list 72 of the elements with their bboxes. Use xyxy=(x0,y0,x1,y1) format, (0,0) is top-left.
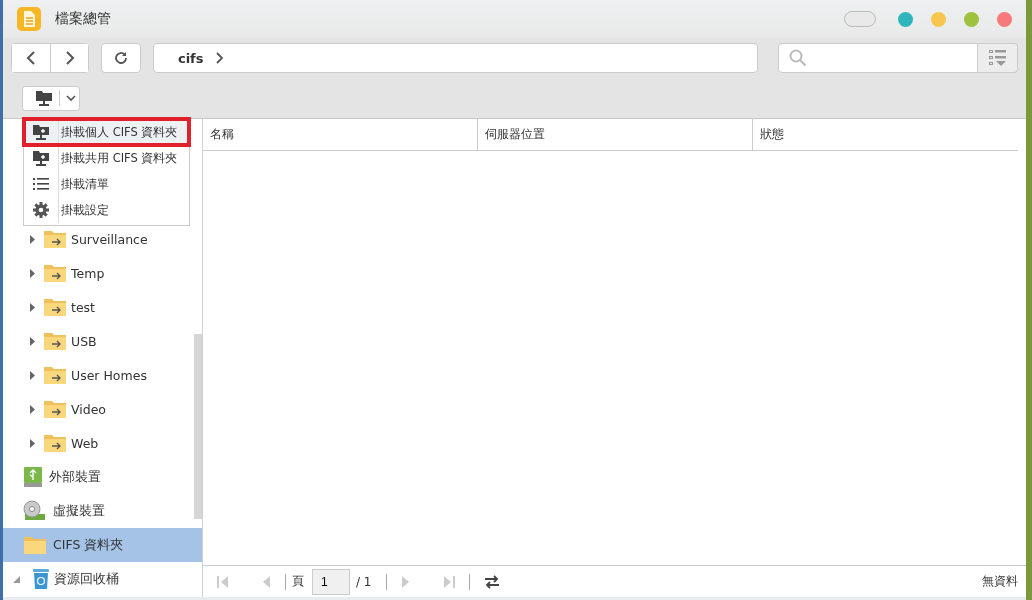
page-label: 頁 xyxy=(292,573,304,590)
sidebar-item[interactable]: User Homes xyxy=(3,358,194,392)
caret-right-icon[interactable] xyxy=(29,336,35,346)
sidebar-item[interactable]: Video xyxy=(3,392,194,426)
settings-icon xyxy=(33,202,49,218)
search-icon xyxy=(789,49,808,67)
menu-item[interactable]: 掛載個人 CIFS 資料夾 xyxy=(24,119,189,145)
list-icon xyxy=(33,177,49,191)
forward-button[interactable] xyxy=(50,44,88,72)
menu-item[interactable]: 掛載設定 xyxy=(24,197,189,223)
sidebar-item[interactable]: CIFS 資料夾 xyxy=(3,528,202,562)
close-button[interactable] xyxy=(997,11,1012,27)
sidebar-item[interactable]: Surveillance xyxy=(3,222,194,256)
last-page-icon[interactable] xyxy=(442,574,455,589)
caret-down-icon xyxy=(66,94,76,102)
sidebar-item[interactable]: Web xyxy=(3,426,194,460)
chevron-right-icon xyxy=(64,51,75,65)
status-text: 無資料 xyxy=(982,574,1018,589)
scrollbar[interactable] xyxy=(194,334,202,519)
first-page-icon[interactable] xyxy=(217,574,229,589)
sidebar-item[interactable]: 虛擬裝置 xyxy=(3,494,194,528)
disc-drive-icon xyxy=(23,500,47,522)
caret-right-icon[interactable] xyxy=(29,268,35,278)
column-header[interactable]: 狀態 xyxy=(753,119,1018,150)
filter-list-icon xyxy=(988,50,1007,66)
network-folder-icon xyxy=(35,90,53,106)
mount-menu-button[interactable] xyxy=(22,85,80,111)
shared-folder-icon xyxy=(43,365,67,385)
page-total: / 1 xyxy=(356,574,372,589)
sidebar-item[interactable]: test xyxy=(3,290,194,324)
sidebar-item[interactable]: 資源回收桶 xyxy=(3,562,194,596)
caret-right-icon[interactable] xyxy=(29,438,35,448)
refresh-button[interactable] xyxy=(101,43,141,73)
caret-right-icon[interactable] xyxy=(29,234,35,244)
menu-item[interactable]: 掛載清單 xyxy=(24,171,189,197)
refresh-swap-icon[interactable] xyxy=(483,574,500,589)
shared-folder-icon xyxy=(43,399,67,419)
search-options-button[interactable] xyxy=(978,43,1018,73)
shared-folder-icon xyxy=(43,263,67,283)
chevron-right-icon xyxy=(215,52,224,64)
recycle-bin-icon xyxy=(32,568,50,590)
usb-drive-icon xyxy=(23,466,43,488)
window-title: 檔案總管 xyxy=(55,10,111,28)
caret-expanded-icon[interactable] xyxy=(13,575,20,583)
column-header[interactable]: 名稱 xyxy=(203,119,478,150)
shared-folder-icon xyxy=(43,229,67,249)
sidebar-item[interactable]: USB xyxy=(3,324,194,358)
previous-page-icon[interactable] xyxy=(261,574,271,589)
sidebar-item[interactable]: Temp xyxy=(3,256,194,290)
app-logo-icon xyxy=(17,7,41,31)
network-folder-add-icon xyxy=(32,150,50,166)
shared-folder-icon xyxy=(43,297,67,317)
chevron-left-icon xyxy=(26,51,36,65)
column-header[interactable]: 伺服器位置 xyxy=(478,119,753,150)
sidebar-item[interactable]: 外部裝置 xyxy=(3,460,194,494)
search-field[interactable] xyxy=(778,43,979,73)
page-input[interactable]: 1 xyxy=(312,568,350,595)
window-control-button[interactable] xyxy=(898,11,913,27)
window-toggle-button[interactable] xyxy=(844,11,876,27)
folder-icon xyxy=(23,535,47,555)
maximize-button[interactable] xyxy=(964,11,979,27)
caret-right-icon[interactable] xyxy=(29,404,35,414)
address-bar[interactable]: cifs xyxy=(152,43,759,73)
shared-folder-icon xyxy=(43,433,67,453)
caret-right-icon[interactable] xyxy=(29,302,35,312)
shared-folder-icon xyxy=(43,331,67,351)
network-folder-add-icon xyxy=(32,124,50,140)
next-page-icon[interactable] xyxy=(400,574,411,589)
refresh-icon xyxy=(113,51,128,65)
menu-item[interactable]: 掛載共用 CIFS 資料夾 xyxy=(24,145,189,171)
breadcrumb-item[interactable]: cifs xyxy=(177,50,204,66)
caret-right-icon[interactable] xyxy=(29,370,35,380)
